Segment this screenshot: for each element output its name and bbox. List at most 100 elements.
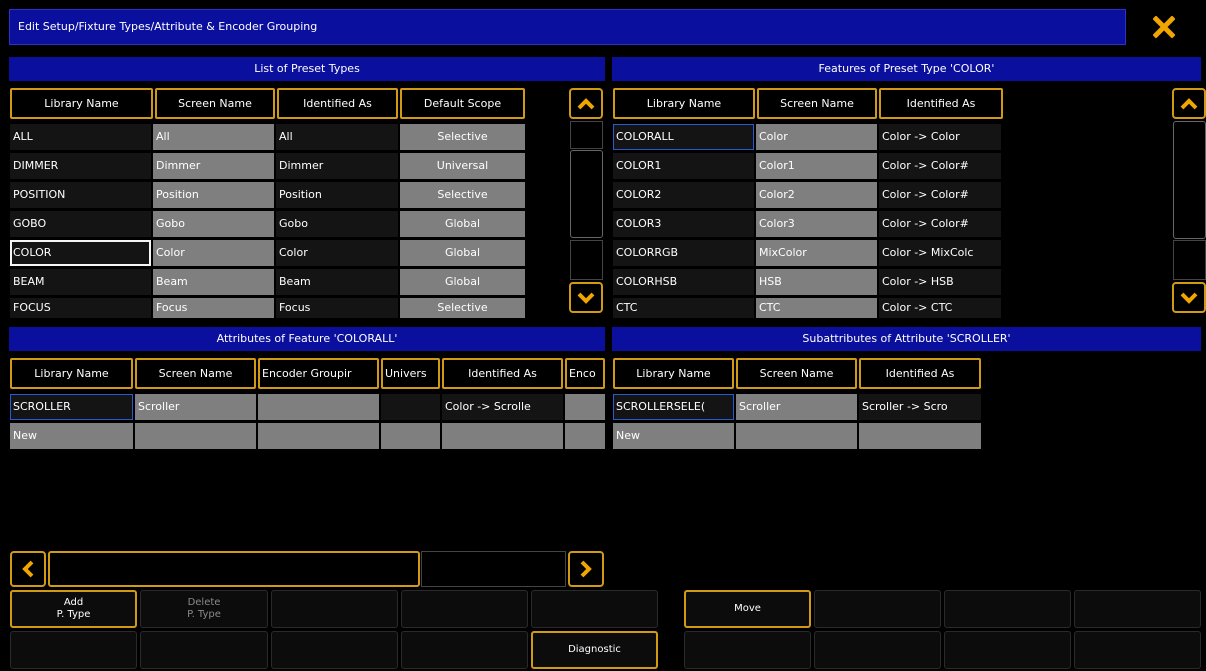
feature-cell[interactable]: Color -> HSB	[879, 269, 1001, 295]
empty-button[interactable]	[140, 631, 268, 669]
attribute-cell[interactable]: Scroller	[135, 394, 256, 420]
feature-cell[interactable]: Color -> Color	[879, 124, 1001, 150]
preset-cell[interactable]: Selective	[400, 298, 525, 318]
feature-cell[interactable]: Color -> Color#	[879, 153, 1001, 179]
empty-button[interactable]	[1074, 590, 1201, 628]
features-scroll-up-button[interactable]	[1172, 88, 1206, 119]
attribute-cell[interactable]: Color -> Scrolle	[442, 394, 563, 420]
attributes-header-identified[interactable]: Identified As	[442, 358, 563, 389]
preset-cell[interactable]: Gobo	[153, 211, 274, 237]
subattribute-cell-selected[interactable]: SCROLLERSELE(	[613, 394, 734, 420]
attributes-header-library[interactable]: Library Name	[10, 358, 133, 389]
empty-button[interactable]	[814, 631, 941, 669]
preset-scroll-track[interactable]	[570, 240, 603, 280]
empty-button[interactable]	[271, 590, 398, 628]
attribute-cell[interactable]	[381, 423, 440, 449]
attribute-cell[interactable]	[258, 423, 379, 449]
empty-button[interactable]	[401, 631, 528, 669]
preset-header-screen[interactable]: Screen Name	[155, 88, 275, 119]
feature-cell[interactable]: COLOR3	[613, 211, 754, 237]
preset-scroll-thumb[interactable]	[570, 150, 603, 238]
feature-cell[interactable]: COLORHSB	[613, 269, 754, 295]
diagnostic-button[interactable]: Diagnostic	[531, 631, 658, 669]
attributes-header-screen[interactable]: Screen Name	[135, 358, 256, 389]
preset-scroll-track[interactable]	[570, 121, 603, 149]
preset-cell[interactable]: FOCUS	[10, 298, 151, 318]
features-scroll-thumb[interactable]	[1173, 121, 1206, 239]
subattribute-cell[interactable]: Scroller -> Scro	[859, 394, 981, 420]
preset-cell[interactable]: Selective	[400, 182, 525, 208]
preset-cell[interactable]: Dimmer	[153, 153, 274, 179]
empty-button[interactable]	[684, 631, 811, 669]
preset-cell[interactable]: Focus	[276, 298, 398, 318]
attributes-header-encoder[interactable]: Enco	[565, 358, 605, 389]
attributes-scroll-right-button[interactable]	[568, 551, 604, 587]
attribute-cell[interactable]	[381, 394, 440, 420]
preset-cell[interactable]: GOBO	[10, 211, 151, 237]
feature-cell[interactable]: Color -> MixColc	[879, 240, 1001, 266]
empty-button[interactable]	[271, 631, 398, 669]
attribute-cell[interactable]	[442, 423, 563, 449]
subattribute-cell[interactable]	[859, 423, 981, 449]
preset-cell[interactable]: Global	[400, 269, 525, 295]
preset-cell[interactable]: All	[153, 124, 274, 150]
empty-button[interactable]	[531, 590, 658, 628]
preset-cell[interactable]: Position	[276, 182, 398, 208]
subattributes-header-library[interactable]: Library Name	[613, 358, 734, 389]
attributes-scroll-track[interactable]	[421, 551, 566, 587]
attributes-scroll-thumb[interactable]	[48, 551, 420, 587]
preset-cell[interactable]: Global	[400, 211, 525, 237]
preset-cell[interactable]: Gobo	[276, 211, 398, 237]
attribute-cell[interactable]	[258, 394, 379, 420]
subattribute-cell[interactable]	[736, 423, 857, 449]
feature-cell[interactable]: COLORRGB	[613, 240, 754, 266]
preset-cell[interactable]: Color	[153, 240, 274, 266]
empty-button[interactable]	[944, 590, 1071, 628]
feature-cell[interactable]: HSB	[756, 269, 877, 295]
preset-header-identified[interactable]: Identified As	[277, 88, 398, 119]
preset-cell[interactable]: Focus	[153, 298, 274, 318]
empty-button[interactable]	[10, 631, 137, 669]
features-scroll-down-button[interactable]	[1172, 282, 1206, 313]
feature-cell[interactable]: Color2	[756, 182, 877, 208]
preset-cell[interactable]: ALL	[10, 124, 151, 150]
subattributes-header-identified[interactable]: Identified As	[859, 358, 981, 389]
feature-cell[interactable]: COLOR1	[613, 153, 754, 179]
feature-cell[interactable]: Color -> CTC	[879, 298, 1001, 318]
feature-cell[interactable]: Color -> Color#	[879, 182, 1001, 208]
move-button[interactable]: Move	[684, 590, 811, 628]
subattributes-header-screen[interactable]: Screen Name	[736, 358, 857, 389]
empty-button[interactable]	[1074, 631, 1201, 669]
preset-cell[interactable]: All	[276, 124, 398, 150]
preset-cell[interactable]: POSITION	[10, 182, 151, 208]
preset-cell[interactable]: Selective	[400, 124, 525, 150]
preset-cell[interactable]: DIMMER	[10, 153, 151, 179]
preset-cell-selected[interactable]: COLOR	[10, 240, 151, 266]
feature-cell[interactable]: Color -> Color#	[879, 211, 1001, 237]
feature-cell[interactable]: COLOR2	[613, 182, 754, 208]
preset-cell[interactable]: Color	[276, 240, 398, 266]
features-header-screen[interactable]: Screen Name	[757, 88, 877, 119]
preset-cell[interactable]: Global	[400, 240, 525, 266]
attribute-cell[interactable]	[565, 423, 605, 449]
features-header-library[interactable]: Library Name	[613, 88, 755, 119]
preset-cell[interactable]: Beam	[153, 269, 274, 295]
feature-cell-selected[interactable]: COLORALL	[613, 124, 754, 150]
attributes-scroll-left-button[interactable]	[10, 551, 46, 587]
feature-cell[interactable]: MixColor	[756, 240, 877, 266]
add-preset-type-button[interactable]: Add P. Type	[10, 590, 137, 628]
preset-header-scope[interactable]: Default Scope	[400, 88, 525, 119]
preset-cell[interactable]: Universal	[400, 153, 525, 179]
close-button[interactable]	[1130, 9, 1198, 45]
preset-scroll-up-button[interactable]	[569, 88, 603, 119]
preset-cell[interactable]: Dimmer	[276, 153, 398, 179]
feature-cell[interactable]: Color	[756, 124, 877, 150]
subattribute-new-cell[interactable]: New	[613, 423, 734, 449]
subattribute-cell[interactable]: Scroller	[736, 394, 857, 420]
attribute-new-cell[interactable]: New	[10, 423, 133, 449]
feature-cell[interactable]: Color3	[756, 211, 877, 237]
empty-button[interactable]	[401, 590, 528, 628]
features-scroll-track[interactable]	[1173, 240, 1206, 280]
attributes-header-universal[interactable]: Univers	[381, 358, 440, 389]
attributes-header-encoder-grouping[interactable]: Encoder Groupir	[258, 358, 379, 389]
